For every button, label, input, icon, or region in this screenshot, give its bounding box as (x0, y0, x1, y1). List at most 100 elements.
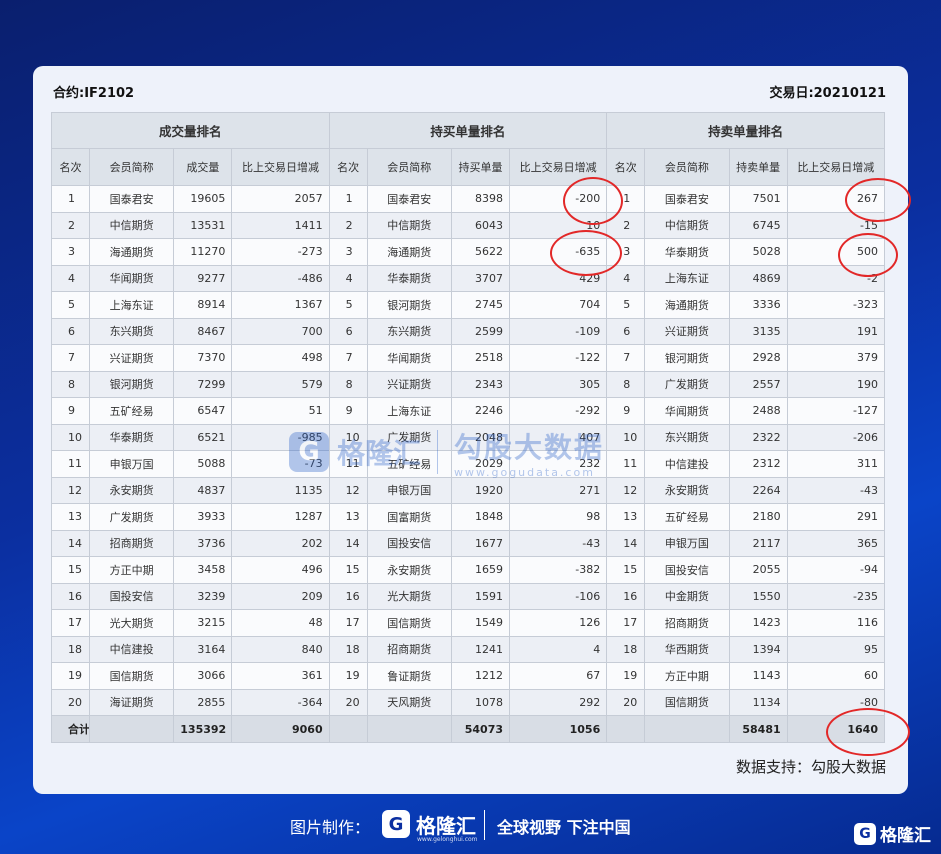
amount-cell: 4837 (173, 476, 233, 504)
member-cell: 永安期货 (89, 476, 175, 504)
member-cell: 招商期货 (644, 609, 730, 637)
change-cell: 202 (231, 529, 330, 557)
amount-cell: 3135 (728, 317, 788, 345)
change-cell: -73 (231, 450, 330, 478)
total-sell-change: 1640 (786, 715, 886, 743)
trade-date-label: 交易日:20210121 (769, 86, 886, 101)
rank-cell: 1 (606, 185, 646, 213)
amount-cell: 3458 (173, 556, 233, 584)
corner-logo: G 格隆汇 (854, 821, 931, 846)
amount-cell: 2599 (450, 317, 511, 345)
amount-cell: 2343 (450, 370, 511, 398)
amount-cell: 2029 (450, 450, 511, 478)
amount-cell: 1143 (728, 662, 788, 690)
total-volume-change: 9060 (231, 715, 330, 743)
change-cell: 840 (231, 635, 330, 663)
total-buy: 54073 (450, 715, 511, 743)
change-cell: 311 (786, 450, 886, 478)
change-cell: 232 (509, 450, 608, 478)
change-cell: -43 (509, 529, 608, 557)
amount-cell: 1241 (450, 635, 511, 663)
member-cell: 广发期货 (644, 370, 730, 398)
rank-cell: 19 (328, 662, 368, 690)
member-cell: 永安期货 (366, 556, 452, 584)
amount-cell: 1134 (728, 688, 788, 716)
amount-cell: 2246 (450, 397, 511, 425)
change-cell: 95 (786, 635, 886, 663)
rank-cell: 14 (50, 529, 91, 557)
member-cell: 中信期货 (89, 211, 175, 239)
change-cell: 48 (231, 609, 330, 637)
amount-cell: 1212 (450, 662, 511, 690)
member-cell: 东兴期货 (644, 423, 730, 451)
change-cell: 60 (786, 662, 886, 690)
member-cell: 光大期货 (366, 582, 452, 610)
member-cell: 中金期货 (644, 582, 730, 610)
member-cell: 兴证期货 (89, 344, 175, 372)
amount-cell: 1848 (450, 503, 511, 531)
total-buy-change: 1056 (509, 715, 608, 743)
table-row: 13 广发期货 3933 1287 13 国富期货 1848 98 13 五矿经易 2180 291 (50, 503, 886, 531)
member-cell: 国投安信 (89, 582, 175, 610)
member-cell: 国投安信 (644, 556, 730, 584)
empty-cell (328, 715, 368, 743)
change-cell: -43 (786, 476, 886, 504)
change-cell: 190 (786, 370, 886, 398)
rank-cell: 20 (50, 688, 91, 716)
amount-cell: 1394 (728, 635, 788, 663)
member-cell: 方正中期 (89, 556, 175, 584)
amount-cell: 1659 (450, 556, 511, 584)
member-cell: 华泰期货 (89, 423, 175, 451)
member-cell: 申银万国 (89, 450, 175, 478)
rank-cell: 2 (50, 211, 91, 239)
amount-cell: 2855 (173, 688, 233, 716)
column-header: 比上交易日增减 (786, 148, 886, 186)
amount-cell: 3707 (450, 264, 511, 292)
table-row: 16 国投安信 3239 209 16 光大期货 1591 -106 16 中金期货 1550 -23… (50, 582, 886, 610)
change-cell: 500 (786, 238, 886, 266)
change-cell: -292 (509, 397, 608, 425)
amount-cell: 2557 (728, 370, 788, 398)
footer-logo-icon: G (382, 810, 410, 838)
member-cell: 兴证期货 (644, 317, 730, 345)
change-cell: -106 (509, 582, 608, 610)
change-cell: -206 (786, 423, 886, 451)
amount-cell: 5028 (728, 238, 788, 266)
amount-cell: 2048 (450, 423, 511, 451)
change-cell: -486 (231, 264, 330, 292)
empty-cell (644, 715, 730, 743)
change-cell: 704 (509, 291, 608, 319)
amount-cell: 11270 (173, 238, 233, 266)
change-cell: 209 (231, 582, 330, 610)
ranking-card: 合约:IF2102 交易日:20210121 成交量排名 持买单量排名 持卖单量… (33, 66, 908, 794)
change-cell: 10 (509, 211, 608, 239)
change-cell: 579 (231, 370, 330, 398)
rank-cell: 1 (328, 185, 368, 213)
change-cell: -235 (786, 582, 886, 610)
amount-cell: 5088 (173, 450, 233, 478)
data-support-note: 数据支持：勾股大数据 (735, 758, 886, 776)
change-cell: 67 (509, 662, 608, 690)
member-cell: 五矿经易 (89, 397, 175, 425)
amount-cell: 6547 (173, 397, 233, 425)
total-label: 合计 (50, 715, 91, 743)
change-cell: -364 (231, 688, 330, 716)
rank-cell: 6 (50, 317, 91, 345)
change-cell: 379 (786, 344, 886, 372)
footer-slogan: 全球视野 下注中国 (497, 818, 631, 837)
empty-cell (89, 715, 175, 743)
member-cell: 方正中期 (644, 662, 730, 690)
footer: 图片制作： G 格隆汇 www.gelonghui.com 全球视野 下注中国 (0, 808, 941, 844)
amount-cell: 3215 (173, 609, 233, 637)
change-cell: -200 (509, 185, 608, 213)
member-cell: 东兴期货 (89, 317, 175, 345)
table-row: 15 方正中期 3458 496 15 永安期货 1659 -382 15 国投安信 2055 -94 (50, 556, 886, 584)
total-volume: 135392 (173, 715, 233, 743)
member-cell: 上海东证 (644, 264, 730, 292)
change-cell: 1411 (231, 211, 330, 239)
amount-cell: 6745 (728, 211, 788, 239)
total-row: 合计 135392 9060 54073 1056 58481 1640 (50, 715, 886, 743)
member-cell: 天风期货 (366, 688, 452, 716)
column-header: 比上交易日增减 (509, 148, 608, 186)
amount-cell: 2745 (450, 291, 511, 319)
